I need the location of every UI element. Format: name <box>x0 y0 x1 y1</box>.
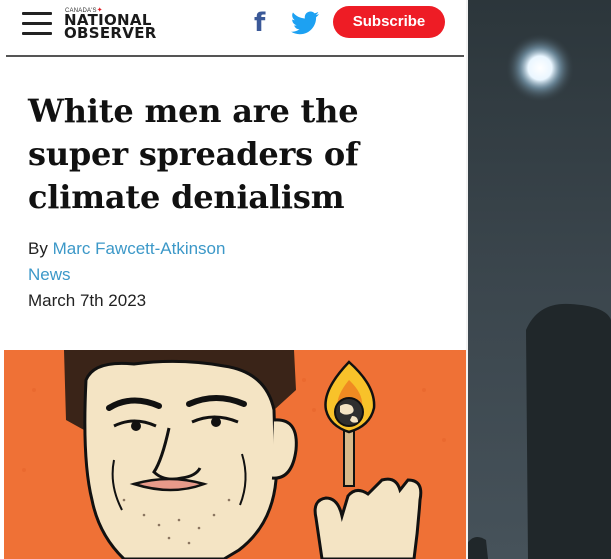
article-date: March 7th 2023 <box>28 291 147 310</box>
subscribe-button[interactable]: Subscribe <box>333 6 445 38</box>
menu-bar <box>22 12 52 15</box>
byline-prefix: By <box>28 239 48 258</box>
article-headline: White men are the super spreaders of cli… <box>28 92 359 216</box>
site-header: CANADA'S✦ NATIONAL OBSERVER f Subscribe <box>0 0 466 57</box>
hamburger-menu-icon[interactable] <box>22 12 52 36</box>
menu-bar <box>22 32 52 35</box>
section-link[interactable]: News <box>28 264 71 286</box>
site-logo[interactable]: CANADA'S✦ NATIONAL OBSERVER <box>64 6 174 46</box>
facebook-icon[interactable]: f <box>254 10 270 36</box>
twitter-icon[interactable] <box>291 11 319 35</box>
menu-bar <box>22 22 52 25</box>
moon <box>506 34 574 102</box>
standing-stone <box>526 303 611 559</box>
article-illustration <box>4 350 466 559</box>
logo-wordmark-line2: OBSERVER <box>64 24 157 42</box>
byline: By Marc Fawcett-Atkinson <box>28 238 225 260</box>
panel-divider <box>466 0 468 559</box>
article-panel: CANADA'S✦ NATIONAL OBSERVER f Subscribe … <box>0 0 466 559</box>
header-divider <box>6 55 464 57</box>
author-link[interactable]: Marc Fawcett-Atkinson <box>53 239 226 258</box>
night-sky-photo <box>466 0 611 559</box>
